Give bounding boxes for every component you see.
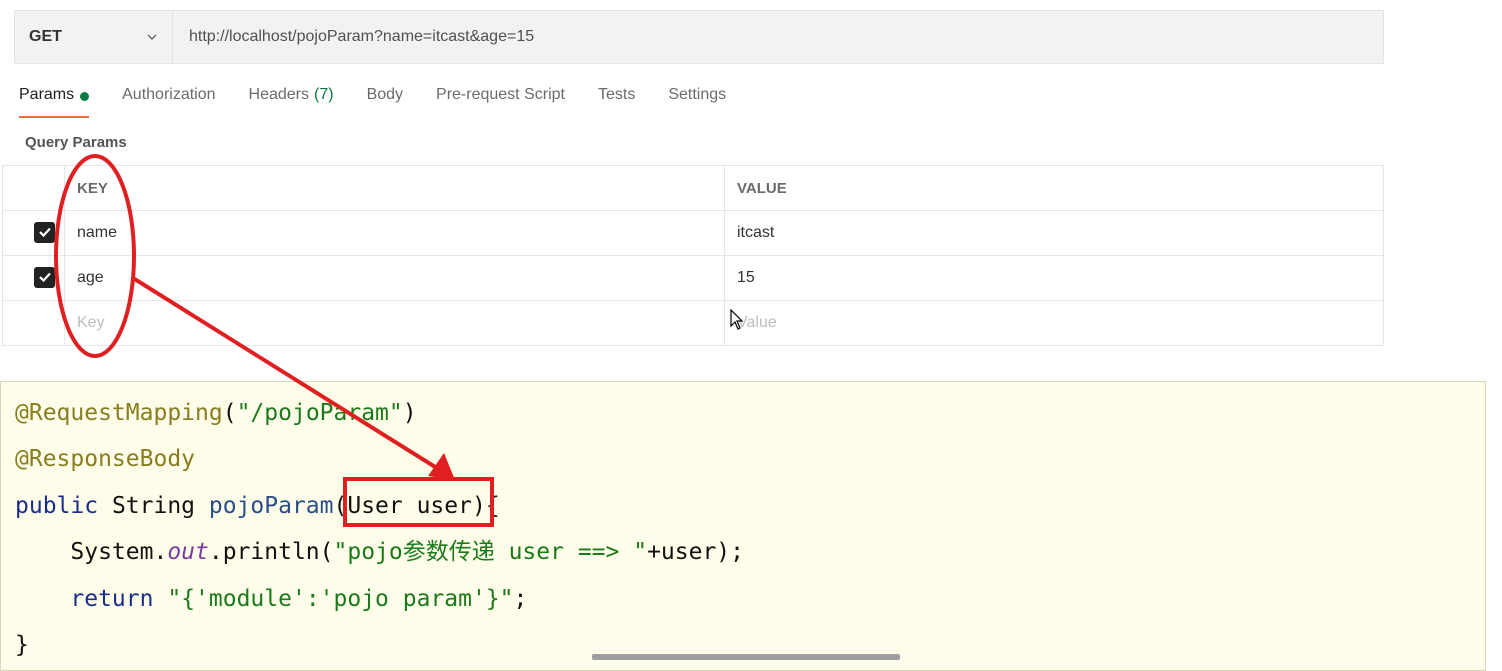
request-tabs: Params Authorization Headers (7) Body Pr… xyxy=(19,86,759,122)
code-line-2: @ResponseBody xyxy=(15,445,195,473)
param-key-cell[interactable]: age xyxy=(64,255,725,301)
params-active-dot-icon xyxy=(80,92,90,101)
value-header: VALUE xyxy=(724,165,1384,211)
tab-body[interactable]: Body xyxy=(367,86,403,122)
new-key-input[interactable]: Key xyxy=(64,300,725,346)
key-header: KEY xyxy=(64,165,725,211)
response-body-annotation: @ResponseBody xyxy=(15,446,196,472)
tab-body-label: Body xyxy=(366,86,404,103)
method-select[interactable]: GET xyxy=(15,11,173,63)
code-line-3: public String pojoParam(User user){ xyxy=(15,493,500,519)
checkbox-header xyxy=(2,165,65,211)
tab-authorization-label: Authorization xyxy=(122,86,216,103)
tab-tests-label: Tests xyxy=(597,86,636,103)
method-name: pojoParam xyxy=(208,493,334,519)
headers-count-badge: (7) xyxy=(314,86,334,103)
query-params-title: Query Params xyxy=(25,134,127,151)
chevron-down-icon xyxy=(147,34,157,40)
table-header-row: KEY VALUE xyxy=(2,165,1384,211)
code-line-6: } xyxy=(15,632,29,658)
url-input[interactable]: http://localhost/pojoParam?name=itcast&a… xyxy=(173,28,534,46)
tab-settings-label: Settings xyxy=(668,86,727,103)
tab-pre-request-script-label: Pre-request Script xyxy=(436,86,565,103)
mapping-path-string: "/pojoParam" xyxy=(236,400,403,426)
tab-tests[interactable]: Tests xyxy=(598,86,635,122)
checkmark-icon xyxy=(38,273,51,283)
tab-settings[interactable]: Settings xyxy=(668,86,726,122)
query-params-table: KEY VALUE name itcast age 15 Key Value xyxy=(2,165,1384,346)
param-value-cell[interactable]: 15 xyxy=(724,255,1384,301)
checkmark-icon xyxy=(38,228,51,238)
table-row: name itcast xyxy=(2,210,1384,256)
row-checkbox-age[interactable] xyxy=(34,266,55,288)
tab-headers-label: Headers xyxy=(248,86,309,103)
tab-params[interactable]: Params xyxy=(19,86,90,122)
code-line-5: return "{'module':'pojo param'}"; xyxy=(70,586,528,612)
tab-authorization[interactable]: Authorization xyxy=(122,86,215,122)
method-args: (User user) xyxy=(333,493,486,519)
request-mapping-annotation: @RequestMapping xyxy=(15,400,223,426)
param-value-cell[interactable]: itcast xyxy=(724,210,1384,256)
code-line-4: System.out.println("pojo参数传递 user ==> "+… xyxy=(70,539,744,565)
url-bar: GET http://localhost/pojoParam?name=itca… xyxy=(14,10,1384,64)
tab-params-label: Params xyxy=(19,86,75,103)
code-line-1: @RequestMapping("/pojoParam") xyxy=(15,400,417,426)
tab-pre-request-script[interactable]: Pre-request Script xyxy=(436,86,565,122)
new-value-input[interactable]: Value xyxy=(724,300,1384,346)
horizontal-scrollbar[interactable] xyxy=(592,654,900,660)
param-key-cell[interactable]: name xyxy=(64,210,725,256)
code-block: @RequestMapping("/pojoParam") @ResponseB… xyxy=(0,381,1486,671)
tab-headers[interactable]: Headers (7) xyxy=(249,86,334,122)
row-checkbox-name[interactable] xyxy=(34,221,55,243)
table-row: age 15 xyxy=(2,255,1384,301)
mouse-cursor-icon xyxy=(730,309,744,330)
table-row-new: Key Value xyxy=(2,300,1384,346)
method-label: GET xyxy=(29,28,62,45)
